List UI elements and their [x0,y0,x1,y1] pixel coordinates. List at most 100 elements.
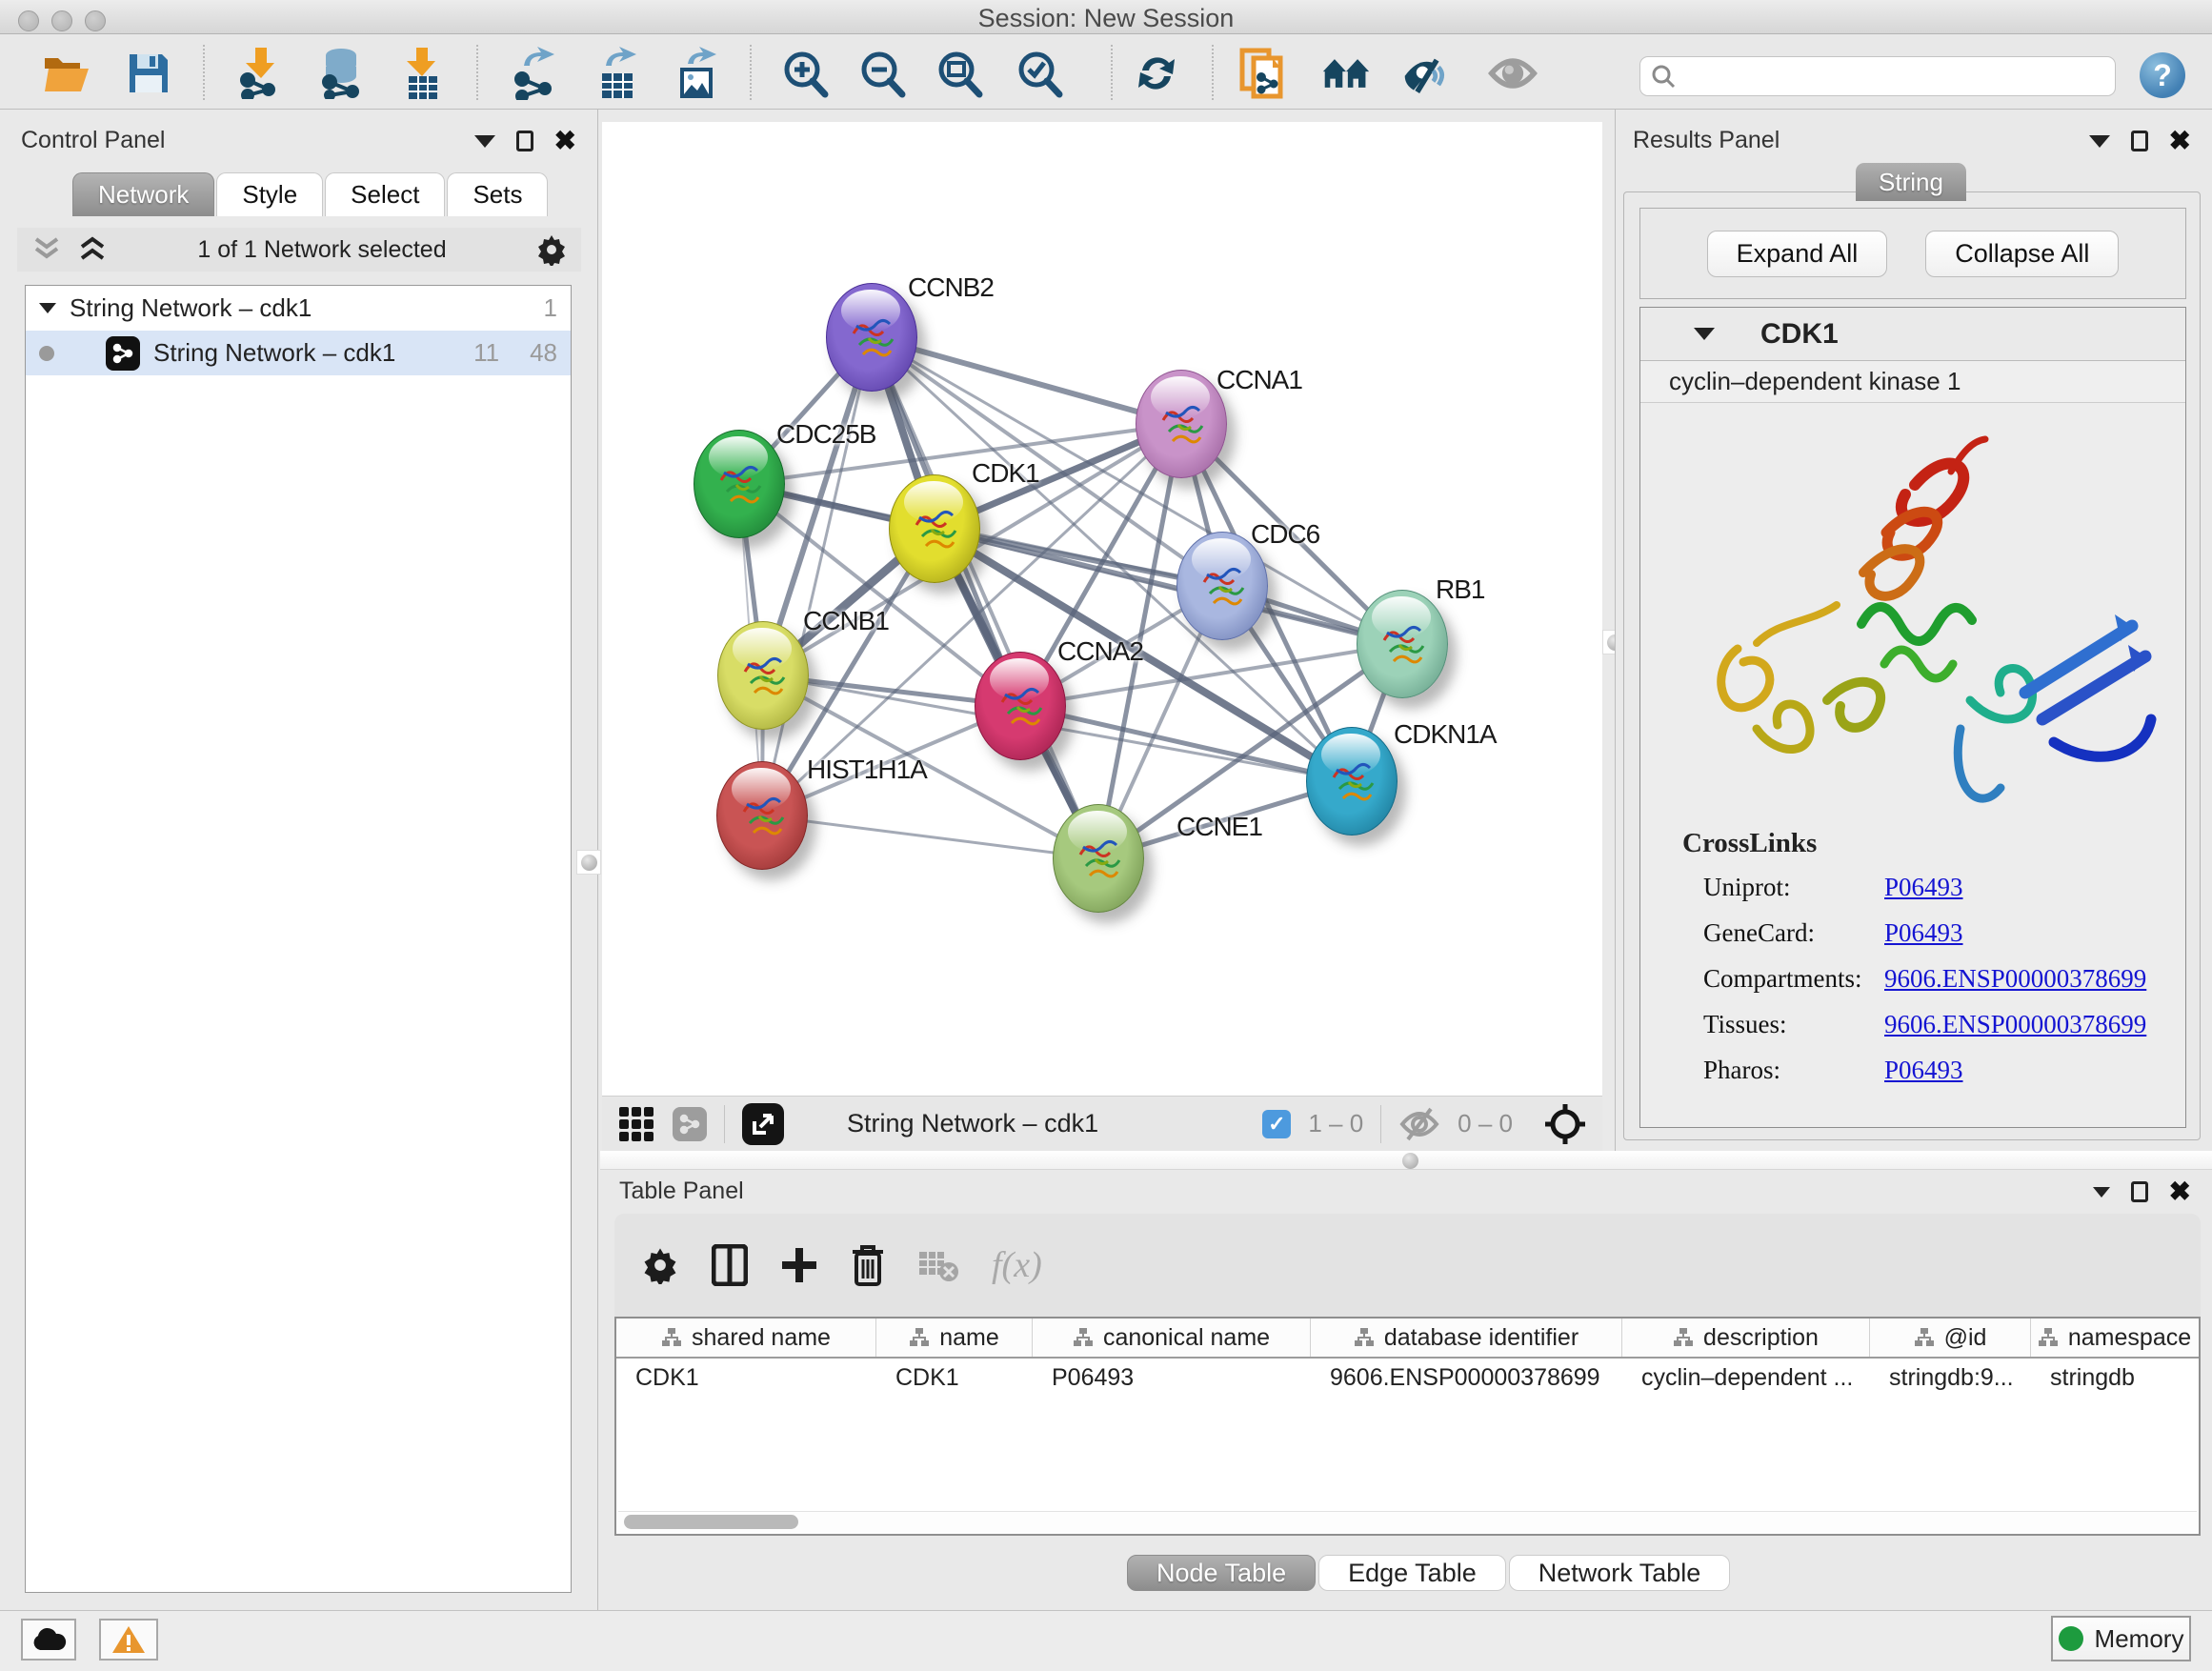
panel-close-icon[interactable]: ✖ [2169,131,2191,151]
network-node-HIST1H1A[interactable] [716,761,808,870]
section-collapse-icon[interactable] [1694,328,1715,340]
column-hierarchy-icon [1914,1327,1935,1348]
zoom-selected-icon[interactable] [1016,49,1065,98]
column-hierarchy-icon [909,1327,930,1348]
open-session-icon[interactable] [42,49,91,98]
import-network-file-icon[interactable] [235,49,285,98]
horizontal-scrollbar[interactable] [618,1511,2197,1532]
zoom-in-icon[interactable] [781,49,831,98]
panel-close-icon[interactable]: ✖ [2169,1181,2191,1202]
expand-all-icon[interactable] [76,235,109,264]
export-table-icon[interactable] [593,49,642,98]
tab-sets[interactable]: Sets [447,172,548,216]
collapse-all-button[interactable]: Collapse All [1925,231,2119,277]
panel-float-icon[interactable] [2131,131,2148,151]
birds-eye-grid-icon[interactable] [617,1105,655,1143]
column-header[interactable]: shared name [616,1319,876,1357]
expand-all-button[interactable]: Expand All [1707,231,1888,277]
crosslink-value-link[interactable]: P06493 [1884,1056,1963,1085]
network-row[interactable]: String Network – cdk1 11 48 [26,331,571,375]
zoom-out-icon[interactable] [858,49,908,98]
column-hierarchy-icon [661,1327,682,1348]
tab-node-table[interactable]: Node Table [1127,1555,1316,1591]
network-node-CCNB2[interactable] [826,283,917,392]
column-header[interactable]: description [1622,1319,1870,1357]
warning-button[interactable] [99,1619,158,1661]
refresh-icon[interactable] [1132,49,1181,98]
network-edge-HIST1H1A-CCNE1[interactable] [762,815,1098,858]
crosslink-value-link[interactable]: 9606.ENSP00000378699 [1884,964,2146,994]
import-network-database-icon[interactable] [316,49,366,98]
tab-edge-table[interactable]: Edge Table [1318,1555,1506,1591]
network-node-CCNA1[interactable] [1136,370,1227,478]
tab-string[interactable]: String [1856,163,1966,201]
clone-network-icon[interactable] [1238,49,1288,98]
tab-style[interactable]: Style [216,172,323,216]
column-header[interactable]: database identifier [1311,1319,1622,1357]
export-network-icon[interactable] [511,49,560,98]
left-splitter-handle[interactable] [576,850,601,875]
zoom-fit-icon[interactable] [935,49,985,98]
results-panel: Results Panel ✖ String Expand All Collap… [1615,110,2212,1151]
export-image-icon[interactable] [673,49,722,98]
column-header[interactable]: @id [1870,1319,2031,1357]
tab-select[interactable]: Select [325,172,445,216]
detach-view-icon[interactable] [742,1103,784,1145]
network-node-CDKN1A[interactable] [1306,727,1398,836]
delete-column-icon[interactable] [851,1244,885,1286]
show-columns-icon[interactable] [712,1244,748,1286]
node-label-RB1: RB1 [1436,574,1484,605]
network-node-CCNE1[interactable] [1053,804,1144,913]
search-input[interactable] [1677,63,2105,90]
import-table-file-icon[interactable] [396,49,446,98]
panel-collapse-icon[interactable] [474,135,495,148]
collapse-all-icon[interactable] [30,235,63,264]
add-column-icon[interactable] [780,1246,818,1284]
network-node-RB1[interactable] [1357,590,1448,698]
show-graphics-details-disabled-icon[interactable] [1488,49,1538,98]
column-hierarchy-icon [1354,1327,1375,1348]
column-header[interactable]: namespace [2031,1319,2198,1357]
toolbar-separator [1111,45,1113,100]
column-header[interactable]: canonical name [1033,1319,1311,1357]
crosslink-value-link[interactable]: P06493 [1884,918,1963,948]
tab-network-table[interactable]: Network Table [1509,1555,1731,1591]
network-label: String Network – cdk1 [153,338,460,368]
network-node-CDC25B[interactable] [694,430,785,538]
houses-icon[interactable] [1321,49,1371,98]
selected-checkbox-icon[interactable]: ✓ [1262,1110,1291,1138]
panel-collapse-icon[interactable] [2093,1187,2110,1198]
cloud-button[interactable] [21,1619,76,1661]
save-session-icon[interactable] [124,49,173,98]
gear-icon[interactable] [535,233,568,266]
memory-button[interactable]: Memory [2051,1616,2191,1661]
hide-graphics-details-icon[interactable] [1401,49,1451,98]
table-settings-gear-icon[interactable] [641,1246,679,1284]
tab-network[interactable]: Network [72,172,214,216]
table-row[interactable]: CDK1 CDK1 P06493 9606.ENSP00000378699 cy… [616,1359,2199,1397]
help-button[interactable]: ? [2140,52,2185,98]
panel-collapse-icon[interactable] [2089,135,2110,148]
scrollbar-thumb[interactable] [624,1515,798,1529]
network-node-CCNA2[interactable] [975,652,1066,760]
network-canvas[interactable]: CCNB2 CCNA1 CDC25B CDK1 CDC6 RB1 [602,122,1602,1096]
crosslink-value-link[interactable]: 9606.ENSP00000378699 [1884,1010,2146,1039]
column-header[interactable]: name [876,1319,1033,1357]
network-type-icon [673,1107,707,1141]
tree-expand-icon[interactable] [39,303,56,313]
network-view-title: String Network – cdk1 [847,1109,1245,1138]
hidden-eye-icon[interactable] [1398,1107,1440,1141]
network-collection-row[interactable]: String Network – cdk1 1 [26,286,571,331]
toolbar-separator [476,45,478,100]
protein-squiggle [735,645,793,708]
panel-close-icon[interactable]: ✖ [554,131,576,151]
toolbar-separator [203,45,205,100]
panel-float-icon[interactable] [2131,1181,2148,1202]
network-node-CDK1[interactable] [889,474,980,583]
crosslink-value-link[interactable]: P06493 [1884,873,1963,902]
cdk1-section-header[interactable]: CDK1 [1640,308,2185,361]
panel-float-icon[interactable] [516,131,533,151]
network-node-CCNB1[interactable] [717,621,809,730]
crosshair-icon[interactable] [1543,1102,1587,1146]
selected-count: 1 – 0 [1308,1109,1363,1138]
